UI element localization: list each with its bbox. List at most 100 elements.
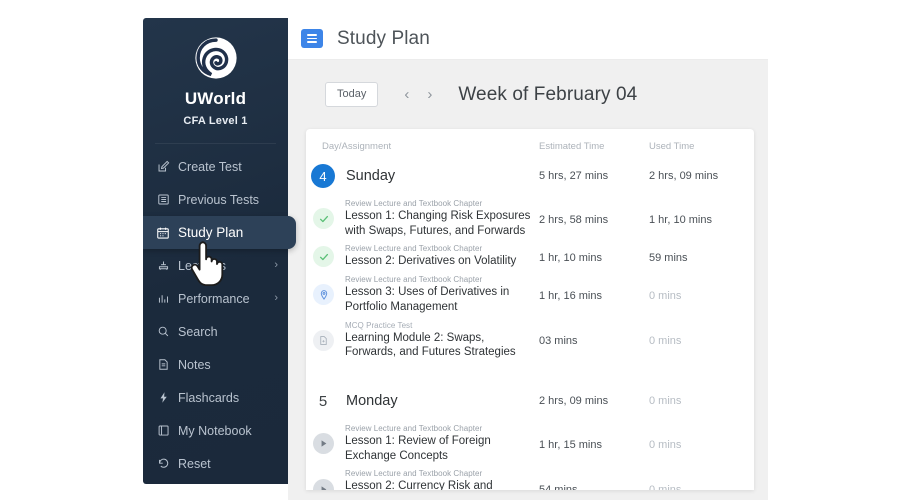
lightning-icon [155,391,171,405]
week-toolbar: Today ‹ › Week of February 04 [288,60,768,107]
day-estimated-time: 2 hrs, 09 mins [539,395,609,408]
task-kicker: Review Lecture and Textbook Chapter [345,244,483,254]
column-header-used: Used Time [649,141,695,152]
sidebar-item-study-plan[interactable]: Study Plan [143,216,296,249]
chevron-right-icon: › [274,292,278,304]
document-icon [313,329,334,351]
sidebar-brand: UWorld CFA Level 1 [143,18,288,127]
task-kicker: Review Lecture and Textbook Chapter [345,275,483,285]
task-used-time: 0 mins [649,438,682,451]
sidebar-item-label: Previous Tests [178,192,260,207]
task-estimated-time: 1 hr, 16 mins [539,289,602,302]
brand-subtitle: CFA Level 1 [183,115,248,127]
next-week-button[interactable]: › [423,87,436,102]
task-estimated-time: 1 hr, 10 mins [539,251,602,264]
check-circle-icon [313,208,334,230]
bar-chart-icon [155,292,171,306]
notebook-icon [155,424,171,438]
chevron-right-icon: › [274,259,278,271]
task-title: Lesson 3: Uses of Derivatives in Portfol… [345,286,510,313]
top-bar: Study Plan [288,18,768,60]
task-title: Lesson 2: Currency Risk and Portfolio [345,480,493,490]
week-title: Week of February 04 [458,83,638,105]
sidebar-item-lectures[interactable]: Lectures › [143,249,288,282]
task-title: Learning Module 2: Swaps, Forwards, and … [345,331,516,359]
page-title: Study Plan [337,27,430,49]
edit-square-icon [155,160,171,174]
location-pin-icon [313,284,334,306]
task-row[interactable]: Review Lecture and Textbook Chapter Less… [306,196,754,241]
sidebar-item-label: My Notebook [178,423,252,438]
sidebar-divider [155,143,276,144]
content-body: Today ‹ › Week of February 04 Day/Assign… [288,60,768,500]
hamburger-menu-icon[interactable] [301,29,323,48]
sidebar-item-label: Study Plan [178,225,244,240]
sidebar-item-reset[interactable]: Reset [143,447,288,480]
hamburger-line [307,34,317,36]
check-circle-icon [313,246,334,268]
task-kicker: Review Lecture and Textbook Chapter [345,469,483,479]
study-plan-card: Day/Assignment Estimated Time Used Time … [306,129,754,490]
sidebar-item-label: Performance [178,291,250,306]
sidebar-item-flashcards[interactable]: Flashcards [143,381,288,414]
sidebar-nav: Create Test Previous Tests Study Plan Le… [143,150,296,480]
task-kicker: Review Lecture and Textbook Chapter [345,424,483,434]
day-used-time: 2 hrs, 09 mins [649,170,719,182]
task-row[interactable]: Review Lecture and Textbook Chapter Less… [306,241,754,272]
column-header-estimated: Estimated Time [539,141,605,152]
app-window: UWorld CFA Level 1 Create Test Previous … [143,18,768,500]
sidebar-item-create-test[interactable]: Create Test [143,150,288,183]
today-button[interactable]: Today [325,82,379,107]
content-area: Study Plan Today ‹ › Week of February 04… [288,18,768,500]
sidebar: UWorld CFA Level 1 Create Test Previous … [143,18,296,484]
day-name: Monday [346,393,398,410]
task-used-time: 59 mins [649,251,688,264]
sidebar-item-previous-tests[interactable]: Previous Tests [143,183,288,216]
task-used-time: 0 mins [649,484,681,490]
day-row[interactable]: 5 Monday 2 hrs, 09 mins 0 mins [306,383,754,421]
day-row[interactable]: 4 Sunday 5 hrs, 27 mins 2 hrs, 09 mins [306,158,754,196]
task-used-time: 0 mins [649,335,682,348]
sidebar-item-label: Reset [178,456,211,471]
day-name: Sunday [346,168,396,184]
task-row[interactable]: MCQ Practice Test Learning Module 2: Swa… [306,318,754,363]
play-circle-icon [313,433,334,455]
day-number-badge: 4 [311,164,335,188]
task-used-time: 1 hr, 10 mins [649,213,712,226]
play-circle-icon [313,478,334,490]
day-used-time: 0 mins [649,395,682,408]
sidebar-item-label: Create Test [178,159,242,174]
uworld-swirl-logo-icon [194,37,237,79]
brand-name: UWorld [184,89,247,108]
task-row[interactable]: Review Lecture and Textbook Chapter Less… [306,421,754,466]
previous-week-button[interactable]: ‹ [400,87,413,102]
task-estimated-time: 03 mins [539,335,578,348]
task-estimated-time: 1 hr, 15 mins [539,438,602,451]
task-estimated-time: 2 hrs, 58 mins [539,213,609,226]
task-used-time: 0 mins [649,289,682,302]
task-title: Lesson 1: Review of Foreign Exchange Con… [345,435,491,462]
table-header-row: Day/Assignment Estimated Time Used Time [306,129,754,158]
projector-icon [155,259,171,273]
task-title: Lesson 2: Derivatives on Volatility [345,255,517,268]
sidebar-item-my-notebook[interactable]: My Notebook [143,414,288,447]
sidebar-item-label: Lectures [178,258,226,273]
reset-arrow-icon [155,457,171,471]
task-estimated-time: 54 mins [539,484,578,490]
day-number: 5 [318,392,328,410]
task-kicker: Review Lecture and Textbook Chapter [345,199,483,208]
list-box-icon [155,193,171,207]
task-title: Lesson 1: Changing Risk Exposures with S… [345,210,531,237]
task-row[interactable]: Review Lecture and Textbook Chapter Less… [306,466,754,490]
hamburger-line [307,41,317,43]
column-header-day: Day/Assignment [322,141,392,152]
sidebar-item-label: Flashcards [178,390,240,405]
task-kicker: MCQ Practice Test [345,320,413,330]
task-row[interactable]: Review Lecture and Textbook Chapter Less… [306,272,754,317]
sidebar-item-notes[interactable]: Notes [143,348,288,381]
day-separator [306,363,754,383]
sidebar-item-performance[interactable]: Performance › [143,282,288,315]
day-estimated-time: 5 hrs, 27 mins [539,170,609,182]
calendar-icon [155,226,171,240]
sidebar-item-search[interactable]: Search [143,315,288,348]
